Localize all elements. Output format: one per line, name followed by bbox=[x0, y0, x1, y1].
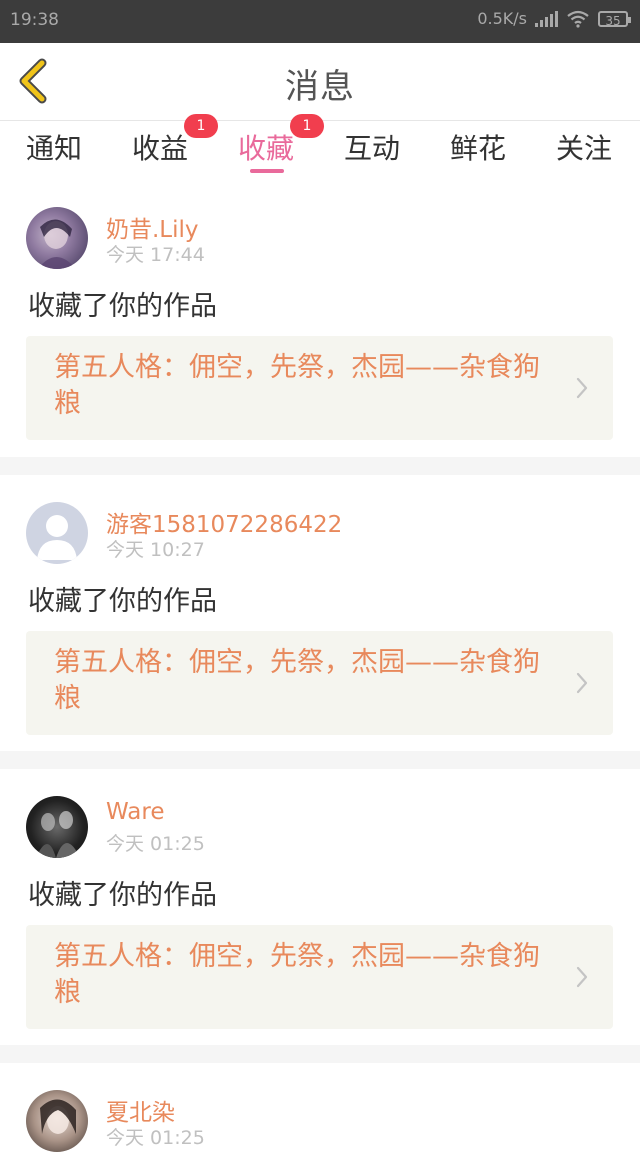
app-header: 消息 bbox=[0, 43, 640, 121]
work-title: 第五人格：佣空，先祭，杰园——杂食狗粮 bbox=[54, 647, 540, 714]
divider bbox=[0, 751, 640, 769]
chevron-right-icon bbox=[576, 672, 588, 694]
divider bbox=[0, 457, 640, 475]
list-item: 奶昔.Lily 今天 17:44 收藏了你的作品 第五人格：佣空，先祭，杰园——… bbox=[0, 180, 640, 458]
page-title: 消息 bbox=[285, 67, 355, 107]
chevron-right-icon bbox=[576, 966, 588, 988]
timestamp: 今天 01:25 bbox=[106, 833, 205, 855]
action-text: 收藏了你的作品 bbox=[28, 880, 217, 911]
timestamp: 今天 10:27 bbox=[106, 539, 205, 561]
tab-flowers[interactable]: 鲜花 bbox=[450, 127, 506, 167]
timestamp: 今天 01:25 bbox=[106, 1127, 205, 1149]
tab-earnings[interactable]: 收益 bbox=[132, 127, 188, 167]
list-item: 游客1581072286422 今天 10:27 收藏了你的作品 第五人格：佣空… bbox=[0, 475, 640, 751]
battery-level: 35 bbox=[605, 13, 621, 28]
avatar-photo bbox=[36, 811, 80, 858]
earnings-badge: 1 bbox=[184, 114, 218, 138]
work-card[interactable]: 第五人格：佣空，先祭，杰园——杂食狗粮 bbox=[26, 925, 613, 1029]
tab-interactions[interactable]: 互动 bbox=[344, 127, 400, 167]
wifi-icon bbox=[567, 10, 589, 28]
action-text: 收藏了你的作品 bbox=[28, 291, 217, 322]
avatar-photo bbox=[38, 219, 76, 269]
signal-icon bbox=[535, 10, 558, 27]
action-text: 收藏了你的作品 bbox=[28, 586, 217, 617]
active-tab-indicator bbox=[250, 169, 284, 173]
tab-bar: 通知 收益 1 收藏 1 互动 鲜花 关注 bbox=[0, 114, 640, 179]
list-item: 夏北染 今天 01:25 bbox=[0, 1063, 640, 1152]
status-time: 19:38 bbox=[10, 10, 59, 30]
avatar[interactable] bbox=[26, 1090, 88, 1152]
favorites-badge: 1 bbox=[290, 114, 324, 138]
list-item: Ware 今天 01:25 收藏了你的作品 第五人格：佣空，先祭，杰园——杂食狗… bbox=[0, 769, 640, 1045]
work-card[interactable]: 第五人格：佣空，先祭，杰园——杂食狗粮 bbox=[26, 336, 613, 440]
username[interactable]: Ware bbox=[106, 799, 164, 825]
avatar-photo bbox=[40, 1099, 76, 1134]
battery-icon: 35 bbox=[598, 10, 631, 28]
avatar[interactable] bbox=[26, 796, 88, 858]
timestamp: 今天 17:44 bbox=[106, 244, 205, 266]
status-right: 0.5K/s 35 bbox=[477, 9, 631, 28]
tab-notifications[interactable]: 通知 bbox=[26, 127, 82, 167]
chevron-right-icon bbox=[576, 377, 588, 399]
avatar[interactable] bbox=[26, 502, 88, 564]
username[interactable]: 游客1581072286422 bbox=[106, 505, 342, 539]
username[interactable]: 夏北染 bbox=[106, 1093, 175, 1127]
avatar[interactable] bbox=[26, 207, 88, 269]
divider bbox=[0, 1045, 640, 1063]
network-speed: 0.5K/s bbox=[477, 9, 527, 28]
avatar-default-person bbox=[37, 515, 77, 560]
work-card[interactable]: 第五人格：佣空，先祭，杰园——杂食狗粮 bbox=[26, 631, 613, 735]
tab-favorites[interactable]: 收藏 bbox=[238, 127, 294, 167]
work-title: 第五人格：佣空，先祭，杰园——杂食狗粮 bbox=[54, 352, 540, 419]
status-bar: 19:38 0.5K/s 35 bbox=[0, 0, 640, 43]
username[interactable]: 奶昔.Lily bbox=[106, 210, 199, 244]
tab-following[interactable]: 关注 bbox=[556, 127, 612, 167]
work-title: 第五人格：佣空，先祭，杰园——杂食狗粮 bbox=[54, 941, 540, 1008]
